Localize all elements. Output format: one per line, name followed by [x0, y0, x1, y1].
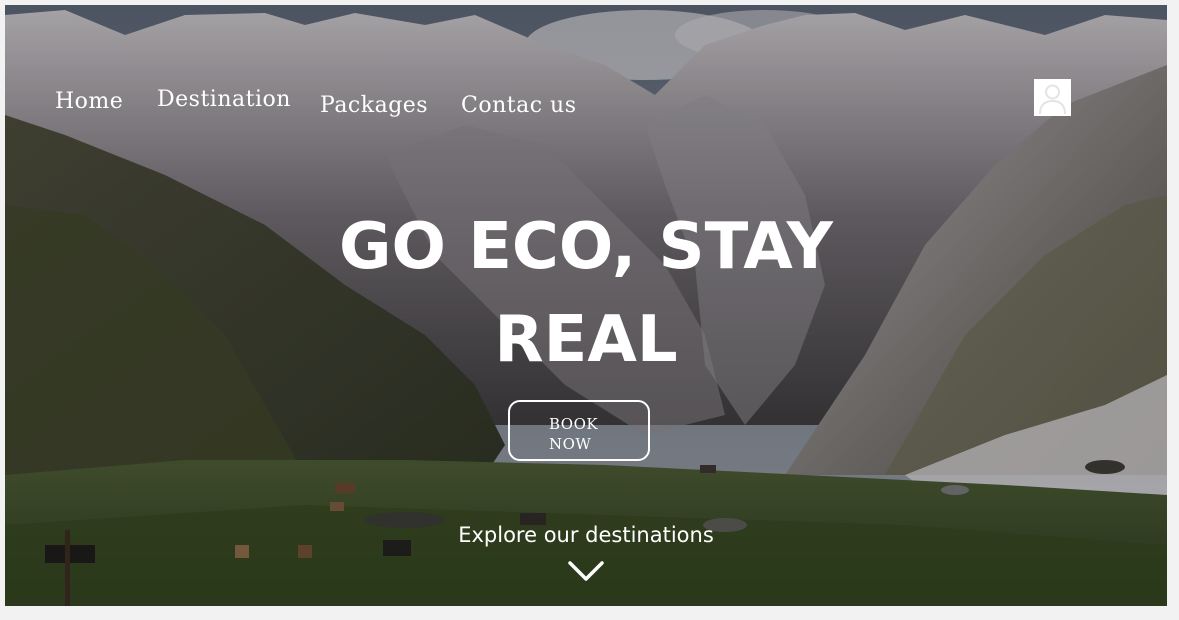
hero-headline: GO ECO, STAY REAL — [286, 201, 886, 387]
book-now-label-line-2: NOW — [549, 435, 592, 453]
nav-destination-link[interactable]: Destination — [157, 87, 291, 112]
headline-line-1: GO ECO, STAY — [338, 210, 834, 284]
chevron-down-icon[interactable] — [566, 557, 606, 585]
book-now-label-line-1: BOOK — [549, 415, 599, 433]
main-nav: Home Destination Packages Contac us — [5, 5, 1167, 135]
explore-destinations-link[interactable]: Explore our destinations — [386, 523, 786, 547]
profile-button[interactable] — [1034, 79, 1071, 116]
nav-packages-link[interactable]: Packages — [320, 93, 428, 118]
book-now-button[interactable]: BOOK NOW — [508, 400, 650, 461]
headline-line-2: REAL — [494, 303, 678, 377]
hero-section: Home Destination Packages Contac us GO E… — [5, 5, 1167, 606]
book-now-label: BOOK NOW — [549, 414, 619, 454]
nav-home-link[interactable]: Home — [55, 89, 123, 114]
nav-contact-link[interactable]: Contac us — [461, 93, 576, 118]
page-margin-bottom — [0, 606, 1179, 620]
user-icon — [1034, 79, 1071, 116]
page-margin-right — [1167, 0, 1179, 620]
